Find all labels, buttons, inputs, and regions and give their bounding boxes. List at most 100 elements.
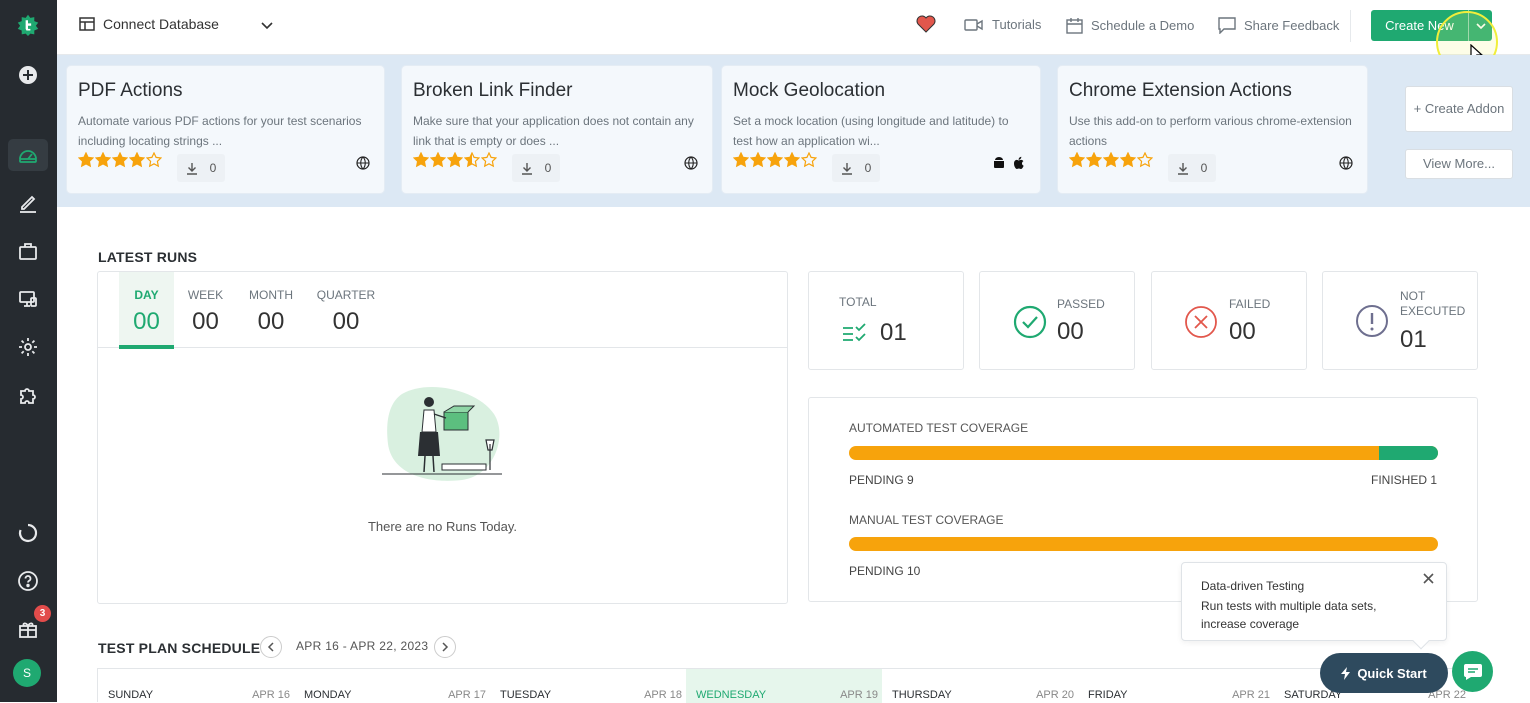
passed-card[interactable]: PASSED 00 bbox=[979, 271, 1135, 370]
calendar-day-friday[interactable]: FRIDAY APR 21 bbox=[1078, 669, 1274, 703]
addon-description: Automate various PDF actions for your te… bbox=[78, 114, 362, 148]
tab-week[interactable]: WEEK 00 bbox=[178, 272, 233, 348]
addon-platforms bbox=[356, 156, 370, 175]
day-name: TUESDAY bbox=[500, 689, 552, 701]
share-feedback-label: Share Feedback bbox=[1244, 18, 1340, 33]
topbar: Connect Database Tutorials Schedule a De… bbox=[57, 0, 1530, 55]
day-name: WEDNESDAY bbox=[696, 689, 767, 701]
total-card[interactable]: TOTAL 01 bbox=[808, 271, 964, 370]
settings-icon[interactable] bbox=[8, 331, 48, 363]
addon-title: Broken Link Finder bbox=[413, 80, 573, 101]
day-name: MONDAY bbox=[304, 689, 352, 701]
star-icon bbox=[146, 152, 162, 168]
testsigma-logo[interactable] bbox=[8, 9, 48, 41]
data-driven-testing-tooltip: Data-driven Testing Run tests with multi… bbox=[1181, 562, 1447, 650]
sidebar: 3 S bbox=[0, 0, 57, 702]
star-icon bbox=[767, 152, 783, 168]
addon-title: Chrome Extension Actions bbox=[1069, 80, 1292, 101]
star-icon bbox=[481, 152, 497, 168]
star-icon bbox=[95, 152, 111, 168]
globe-icon bbox=[356, 156, 370, 175]
edit-icon[interactable] bbox=[8, 187, 48, 219]
not-executed-label: NOT EXECUTED bbox=[1400, 289, 1466, 318]
tab-label: DAY bbox=[134, 288, 159, 302]
schedule-demo-link[interactable]: Schedule a Demo bbox=[1066, 17, 1194, 34]
tab-label: MONTH bbox=[249, 288, 293, 302]
calendar-day-tuesday[interactable]: TUESDAY APR 18 bbox=[490, 669, 686, 703]
tooltip-title: Data-driven Testing bbox=[1201, 579, 1305, 593]
tutorials-link[interactable]: Tutorials bbox=[964, 17, 1041, 32]
calendar-day-thursday[interactable]: THURSDAY APR 20 bbox=[882, 669, 1078, 703]
addon-card[interactable]: Mock Geolocation Set a mock location (usi… bbox=[721, 65, 1041, 194]
prev-week-button[interactable] bbox=[260, 636, 282, 658]
addon-rating bbox=[78, 152, 162, 168]
day-name: SUNDAY bbox=[108, 689, 154, 701]
addon-download-button[interactable]: 0 bbox=[512, 154, 560, 182]
feedback-icon bbox=[1218, 17, 1236, 34]
avatar[interactable]: S bbox=[13, 659, 41, 687]
progress-icon[interactable] bbox=[8, 517, 48, 549]
help-icon[interactable] bbox=[8, 565, 48, 597]
total-label: TOTAL bbox=[839, 295, 877, 309]
chevron-left-icon bbox=[267, 642, 274, 652]
empty-runs-message: There are no Runs Today. bbox=[367, 519, 518, 534]
close-icon[interactable] bbox=[1423, 573, 1434, 584]
add-icon[interactable] bbox=[8, 59, 48, 91]
dashboard-icon[interactable] bbox=[8, 139, 48, 171]
addon-download-button[interactable]: 0 bbox=[832, 154, 880, 182]
calendar-day-sunday[interactable]: SUNDAY APR 16 bbox=[98, 669, 294, 703]
next-week-button[interactable] bbox=[434, 636, 456, 658]
star-icon bbox=[733, 152, 749, 168]
empty-state-illustration bbox=[382, 386, 502, 481]
star-icon bbox=[1086, 152, 1102, 168]
lightning-icon bbox=[1341, 666, 1351, 680]
day-date: APR 21 bbox=[1232, 689, 1270, 701]
chevron-right-icon bbox=[442, 642, 449, 652]
automated-coverage-label: AUTOMATED TEST COVERAGE bbox=[849, 421, 1029, 435]
addon-download-button[interactable]: 0 bbox=[1168, 154, 1216, 182]
calendar-day-wednesday[interactable]: WEDNESDAY APR 19 bbox=[686, 669, 882, 703]
addons-puzzle-icon[interactable] bbox=[8, 379, 48, 411]
addon-card[interactable]: Chrome Extension Actions Use this add-on … bbox=[1057, 65, 1368, 194]
failed-card[interactable]: FAILED 00 bbox=[1151, 271, 1307, 370]
addon-card[interactable]: PDF Actions Automate various PDF actions … bbox=[66, 65, 385, 194]
tooltip-tail bbox=[1412, 632, 1430, 650]
tab-month[interactable]: MONTH 00 bbox=[241, 272, 301, 348]
connect-database-button[interactable]: Connect Database bbox=[79, 16, 273, 32]
chat-button[interactable] bbox=[1452, 651, 1493, 692]
star-icon bbox=[447, 152, 463, 168]
briefcase-icon[interactable] bbox=[8, 235, 48, 267]
star-icon bbox=[1137, 152, 1153, 168]
tab-day[interactable]: DAY 00 bbox=[119, 272, 174, 349]
addon-download-count: 0 bbox=[1200, 161, 1208, 175]
globe-icon bbox=[684, 156, 698, 175]
automated-finished-label: FINISHED 1 bbox=[1370, 473, 1437, 487]
week-range: APR 16 - APR 22, 2023 bbox=[296, 639, 429, 653]
star-icon bbox=[1069, 152, 1085, 168]
star-icon bbox=[129, 152, 145, 168]
manual-coverage-label: MANUAL TEST COVERAGE bbox=[849, 513, 1004, 527]
favorite-heart-icon[interactable] bbox=[916, 15, 936, 33]
addon-download-button[interactable]: 0 bbox=[177, 154, 225, 182]
failed-value: 00 bbox=[1229, 318, 1256, 345]
manual-coverage-bar bbox=[849, 537, 1438, 551]
day-date: APR 19 bbox=[840, 689, 878, 701]
view-more-button[interactable]: View More... bbox=[1405, 149, 1513, 179]
not-executed-card[interactable]: NOT EXECUTED 01 bbox=[1322, 271, 1478, 370]
devices-icon[interactable] bbox=[8, 283, 48, 315]
failed-label: FAILED bbox=[1229, 297, 1271, 311]
addon-card[interactable]: Broken Link Finder Make sure that your ap… bbox=[401, 65, 713, 194]
addons-banner: PDF Actions Automate various PDF actions … bbox=[57, 55, 1530, 207]
addon-description: Make sure that your application does not… bbox=[413, 114, 694, 148]
calendar-day-monday[interactable]: MONDAY APR 17 bbox=[294, 669, 490, 703]
create-addon-button[interactable]: + Create Addon bbox=[1405, 86, 1513, 132]
quick-start-button[interactable]: Quick Start bbox=[1320, 653, 1448, 693]
globe-icon bbox=[1339, 156, 1353, 175]
addon-description: Set a mock location (using longitude and… bbox=[733, 114, 1009, 148]
total-value: 01 bbox=[880, 319, 907, 346]
addon-download-count: 0 bbox=[864, 161, 872, 175]
share-feedback-link[interactable]: Share Feedback bbox=[1218, 17, 1339, 34]
tab-quarter[interactable]: QUARTER 00 bbox=[314, 272, 378, 348]
warning-icon bbox=[1356, 305, 1388, 337]
addon-description: Use this add-on to perform various chrom… bbox=[1069, 114, 1352, 148]
